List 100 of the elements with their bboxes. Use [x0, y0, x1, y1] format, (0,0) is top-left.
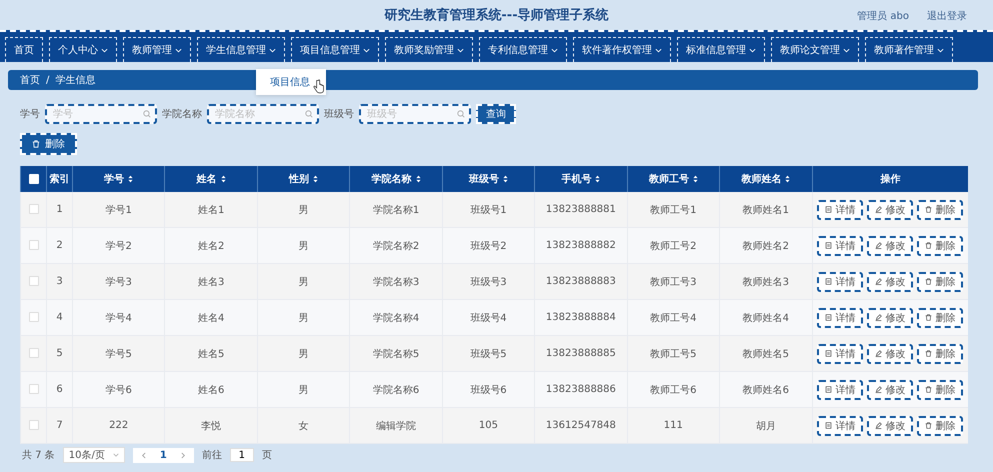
table-cell: 姓名4	[164, 300, 258, 336]
pencil-icon	[875, 206, 882, 213]
table-cell: 教师姓名6	[720, 372, 812, 408]
column-header[interactable]: 学号	[72, 166, 165, 192]
nav-menu-item[interactable]: 首页	[5, 37, 43, 62]
delete-button[interactable]: 删除	[917, 344, 964, 364]
page-input[interactable]: 1	[230, 448, 254, 462]
nav-menu-item[interactable]: 专利信息管理	[479, 37, 567, 62]
sort-icon	[502, 175, 508, 183]
detail-button[interactable]: 详情	[817, 416, 864, 436]
nav-menu-item[interactable]: 教师管理	[123, 37, 191, 62]
edit-button[interactable]: 修改	[867, 308, 914, 328]
column-header[interactable]: 性别	[257, 166, 350, 192]
table-cell: 学院名称6	[350, 372, 442, 408]
detail-button[interactable]: 详情	[817, 272, 864, 292]
nav-menu-item[interactable]: 教师奖励管理	[385, 37, 473, 62]
breadcrumb-link[interactable]: 首页	[20, 73, 40, 87]
search-icon	[305, 110, 313, 118]
detail-button[interactable]: 详情	[817, 236, 864, 256]
table-cell: 13823888881	[534, 192, 628, 228]
table-cell: 学院名称1	[350, 192, 442, 228]
table-cell: 男	[257, 228, 350, 264]
table-cell: 班级号1	[442, 192, 535, 228]
delete-button[interactable]: 删除	[917, 380, 964, 400]
nav-menu-item[interactable]: 教师论文管理	[771, 37, 859, 62]
table-cell: 5	[46, 336, 72, 372]
breadcrumb-separator: /	[46, 74, 50, 86]
table-cell: 教师姓名2	[720, 228, 812, 264]
document-icon	[825, 386, 832, 393]
edit-button[interactable]: 修改	[867, 380, 914, 400]
edit-button[interactable]: 修改	[867, 200, 914, 220]
document-icon	[825, 422, 832, 429]
chevron-down-icon	[749, 48, 756, 52]
search-field[interactable]: 学院名称	[207, 104, 319, 124]
next-page-icon[interactable]	[180, 452, 186, 458]
row-checkbox[interactable]	[28, 204, 38, 214]
table-cell: 姓名6	[164, 372, 258, 408]
table-cell: 班级号4	[442, 300, 535, 336]
page-number[interactable]: 1	[160, 450, 167, 460]
row-checkbox[interactable]	[28, 384, 38, 394]
nav-menu-item[interactable]: 教师著作管理	[865, 37, 953, 62]
column-header[interactable]: 教师工号	[627, 166, 720, 192]
column-header[interactable]: 手机号	[534, 166, 628, 192]
column-header[interactable]: 学院名称	[350, 166, 442, 192]
table-cell: 学院名称5	[350, 336, 442, 372]
query-button[interactable]: 查询	[476, 104, 516, 124]
detail-button[interactable]: 详情	[817, 380, 864, 400]
sort-icon	[220, 175, 226, 183]
edit-button[interactable]: 修改	[867, 344, 914, 364]
row-checkbox[interactable]	[28, 240, 38, 250]
table-cell: 7	[46, 408, 72, 444]
trash-icon	[32, 140, 40, 148]
table-cell: 13823888886	[534, 372, 628, 408]
chevron-down-icon	[175, 48, 182, 52]
nav-menu-item[interactable]: 学生信息管理	[197, 37, 285, 62]
table-cell: 班级号3	[442, 264, 535, 300]
pencil-icon	[875, 350, 882, 357]
delete-button[interactable]: 删除	[917, 308, 964, 328]
column-header[interactable]: 教师姓名	[720, 166, 812, 192]
edit-button[interactable]: 修改	[867, 236, 914, 256]
delete-button[interactable]: 删除	[917, 200, 964, 220]
table-cell: 学号2	[72, 228, 165, 264]
row-checkbox[interactable]	[28, 348, 38, 358]
detail-button[interactable]: 详情	[817, 200, 864, 220]
nav-menu-item[interactable]: 标准信息管理	[677, 37, 765, 62]
dropdown-menu-item[interactable]: 项目信息	[270, 75, 310, 89]
trash-icon	[925, 350, 932, 357]
edit-button[interactable]: 修改	[867, 272, 914, 292]
column-header[interactable]: 班级号	[442, 166, 535, 192]
page-size-select[interactable]: 10条/页	[62, 447, 125, 463]
row-checkbox[interactable]	[28, 420, 38, 430]
trash-icon	[925, 422, 932, 429]
search-field[interactable]: 学号	[45, 104, 157, 124]
delete-button[interactable]: 删除	[917, 236, 964, 256]
table-cell: 学院名称2	[350, 228, 442, 264]
detail-button[interactable]: 详情	[817, 308, 864, 328]
previous-page-icon[interactable]	[140, 452, 146, 458]
document-icon	[825, 242, 832, 249]
sort-icon	[128, 175, 134, 183]
search-field[interactable]: 班级号	[359, 104, 471, 124]
nav-menu-item[interactable]: 软件著作权管理	[573, 37, 671, 62]
detail-button[interactable]: 详情	[817, 344, 864, 364]
row-checkbox[interactable]	[28, 276, 38, 286]
pencil-icon	[875, 278, 882, 285]
chevron-down-icon	[112, 453, 119, 457]
table-cell: 教师工号1	[627, 192, 720, 228]
select-all-checkbox[interactable]	[28, 174, 38, 184]
row-checkbox[interactable]	[28, 312, 38, 322]
table-cell: 111	[627, 408, 720, 444]
nav-menu-item[interactable]: 项目信息管理	[291, 37, 379, 62]
nav-menu-item[interactable]: 个人中心	[49, 37, 117, 62]
chevron-down-icon	[457, 48, 464, 52]
document-icon	[825, 206, 832, 213]
delete-button[interactable]: 删除	[917, 272, 964, 292]
logout-link[interactable]: 退出登录	[927, 9, 967, 23]
edit-button[interactable]: 修改	[867, 416, 914, 436]
delete-button[interactable]: 删除	[20, 133, 77, 155]
breadcrumb-link[interactable]: 学生信息	[55, 73, 96, 87]
delete-button[interactable]: 删除	[917, 416, 964, 436]
column-header[interactable]: 姓名	[164, 166, 258, 192]
